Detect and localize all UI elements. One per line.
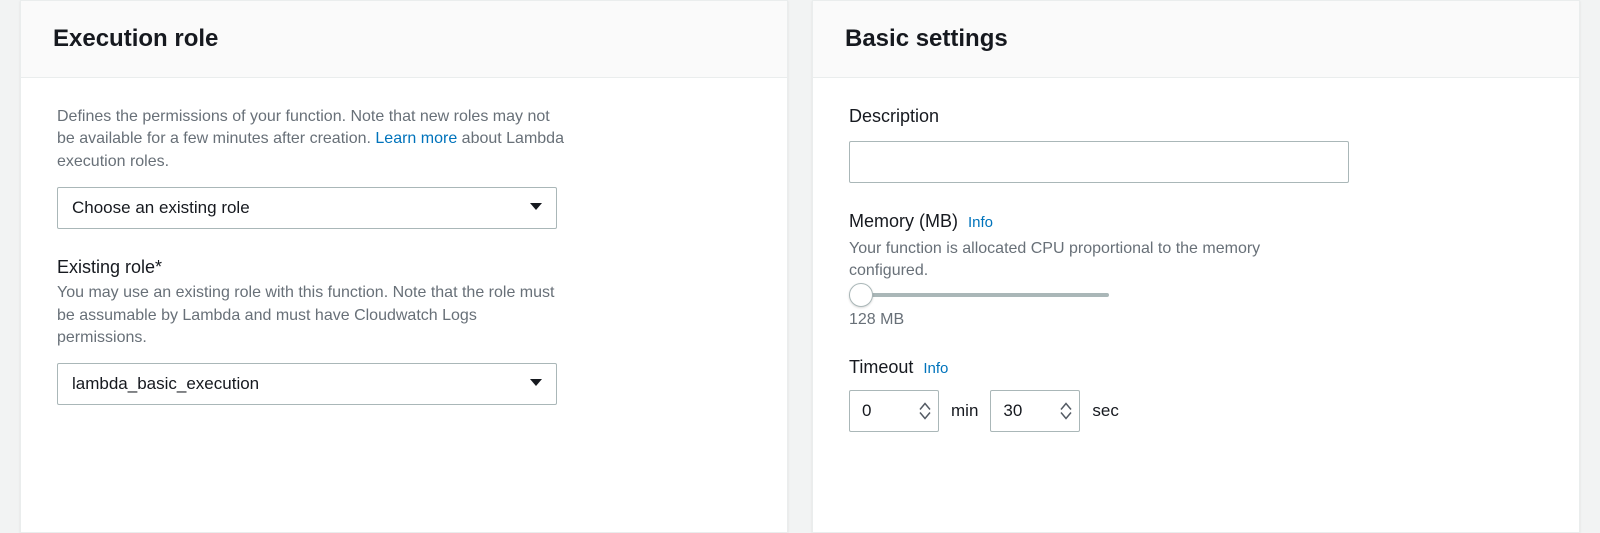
description-label: Description	[849, 106, 1543, 127]
timeout-info-link[interactable]: Info	[923, 360, 948, 377]
execution-role-description: Defines the permissions of your function…	[57, 106, 567, 173]
execution-role-panel: Execution role Defines the permissions o…	[20, 0, 788, 533]
existing-role-hint: You may use an existing role with this f…	[57, 282, 567, 349]
timeout-min-unit: min	[951, 401, 978, 421]
slider-track	[849, 293, 1109, 297]
panel-body: Description Memory (MB) Info Your functi…	[813, 78, 1579, 460]
slider-thumb[interactable]	[849, 283, 873, 307]
role-mode-select[interactable]: Choose an existing role	[57, 187, 557, 229]
memory-label: Memory (MB)	[849, 211, 958, 232]
chevron-up-icon[interactable]	[1060, 402, 1072, 410]
stepper-icon	[1060, 402, 1074, 419]
memory-section: Memory (MB) Info Your function is alloca…	[849, 211, 1543, 329]
timeout-min-stepper[interactable]	[849, 390, 939, 432]
learn-more-link[interactable]: Learn more	[375, 130, 457, 147]
panel-header: Execution role	[21, 1, 787, 78]
chevron-up-icon[interactable]	[919, 402, 931, 410]
existing-role-label: Existing role*	[57, 257, 751, 278]
memory-hint: Your function is allocated CPU proportio…	[849, 238, 1309, 283]
basic-settings-panel: Basic settings Description Memory (MB) I…	[812, 0, 1580, 533]
role-mode-select-value: Choose an existing role	[57, 187, 557, 229]
timeout-section: Timeout Info min	[849, 357, 1543, 432]
existing-role-select-value: lambda_basic_execution	[57, 363, 557, 405]
memory-slider[interactable]: 128 MB	[849, 293, 1349, 329]
chevron-down-icon[interactable]	[919, 411, 931, 419]
execution-role-heading: Execution role	[53, 25, 755, 53]
existing-role-select[interactable]: lambda_basic_execution	[57, 363, 557, 405]
timeout-label: Timeout	[849, 357, 913, 378]
panel-body: Defines the permissions of your function…	[21, 78, 787, 433]
description-input[interactable]	[849, 141, 1349, 183]
timeout-sec-unit: sec	[1092, 401, 1118, 421]
stepper-icon	[919, 402, 933, 419]
timeout-row: min sec	[849, 390, 1543, 432]
description-section: Description	[849, 106, 1543, 183]
memory-info-link[interactable]: Info	[968, 214, 993, 231]
basic-settings-heading: Basic settings	[845, 25, 1547, 53]
timeout-sec-stepper[interactable]	[990, 390, 1080, 432]
panel-header: Basic settings	[813, 1, 1579, 78]
chevron-down-icon[interactable]	[1060, 411, 1072, 419]
memory-value: 128 MB	[849, 311, 1349, 329]
